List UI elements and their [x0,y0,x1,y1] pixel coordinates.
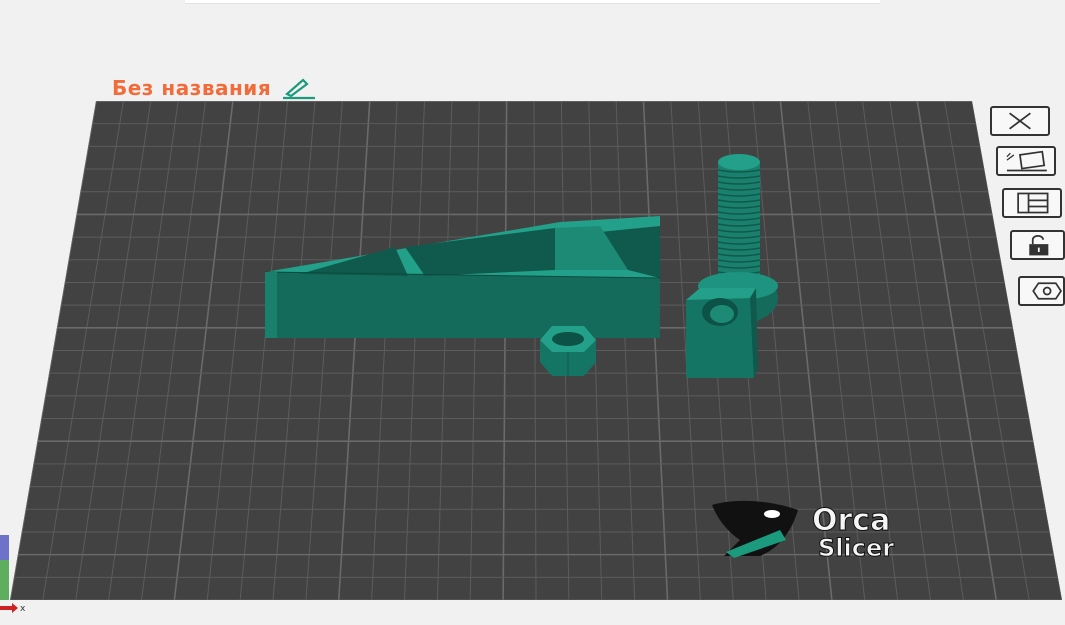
project-title: Без названия [112,76,317,100]
axis-x-label: x [20,604,26,614]
model-block-with-hole[interactable] [686,288,758,378]
model-hex-nut[interactable] [540,326,596,376]
edit-pencil-icon[interactable] [281,76,317,100]
auto-arrange-button[interactable] [996,146,1056,176]
axis-indicator-z [0,560,9,600]
axis-indicator-y [0,535,9,560]
settings-icon [1032,282,1063,300]
unlock-icon [1029,235,1049,256]
delete-all-button[interactable] [990,106,1050,136]
lock-button[interactable] [1010,230,1065,260]
project-name[interactable]: Без названия [112,76,271,100]
layout-icon [1017,192,1049,214]
auto-arrange-icon [1006,150,1047,172]
layout-button[interactable] [1002,188,1062,218]
settings-button[interactable] [1018,276,1065,306]
logo-text-line1: Orca [812,503,890,538]
logo-text-line2: Slicer [818,534,894,562]
axis-arrow-x-icon [0,603,18,613]
close-icon [1009,112,1031,130]
